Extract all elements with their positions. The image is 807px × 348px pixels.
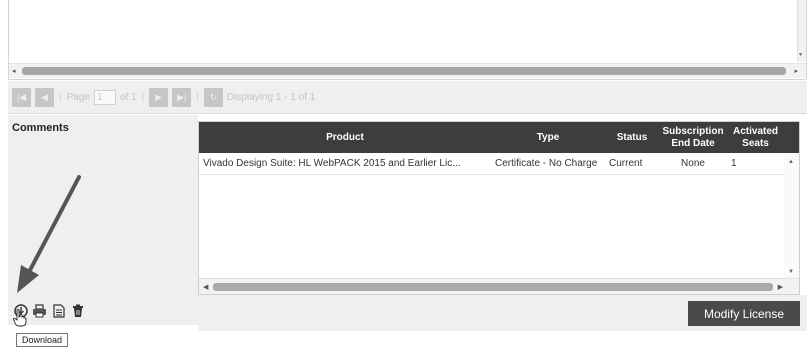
comments-panel: Comments (8, 115, 198, 325)
document-icon[interactable] (51, 303, 66, 318)
grid-vertical-scrollbar[interactable]: ▲ ▼ (784, 153, 799, 279)
annotation-arrow (17, 175, 81, 293)
grid-footer: Modify License (198, 295, 807, 331)
page-label: Page (66, 91, 90, 103)
top-grid: ▾ ◂ ▸ (8, 0, 807, 80)
column-header-subscription-end-date[interactable]: Subscription End Date (659, 122, 727, 153)
paging-toolbar: |◀ ◀ | Page of 1 | ▶ ▶| | ↻ Displaying 1… (8, 81, 807, 114)
hand-cursor-icon (13, 309, 27, 327)
toolbar-separator: | (59, 91, 62, 103)
scroll-down-icon[interactable]: ▾ (799, 51, 802, 58)
modify-license-button[interactable]: Modify License (688, 301, 800, 326)
cell-status: Current (609, 158, 643, 169)
scroll-left-icon[interactable]: ◀ (203, 283, 208, 291)
page-number-input[interactable] (93, 89, 116, 105)
prev-page-button[interactable]: ◀ (35, 87, 54, 107)
first-page-button[interactable]: |◀ (12, 87, 31, 107)
top-grid-vertical-scrollbar[interactable]: ▾ (797, 0, 806, 62)
scrollbar-thumb[interactable] (213, 283, 773, 291)
column-header-activated-seats[interactable]: Activated Seats (727, 122, 784, 153)
column-header-type[interactable]: Type (491, 122, 605, 153)
scroll-right-icon[interactable]: ▸ (794, 67, 798, 75)
column-header-product[interactable]: Product (199, 122, 491, 153)
displaying-status: Displaying 1 - 1 of 1 (226, 91, 316, 103)
last-page-icon: ▶| (177, 91, 187, 102)
delete-icon[interactable] (70, 303, 85, 318)
grid-header: Product Type Status Subscription End Dat… (199, 122, 799, 153)
top-grid-horizontal-scrollbar[interactable]: ◂ ▸ (9, 63, 806, 78)
table-row[interactable]: Vivado Design Suite: HL WebPACK 2015 and… (199, 153, 799, 175)
cell-product: Vivado Design Suite: HL WebPACK 2015 and… (203, 158, 461, 169)
product-grid: Product Type Status Subscription End Dat… (198, 121, 800, 295)
scroll-right-icon[interactable]: ▶ (778, 283, 783, 291)
cell-type: Certificate - No Charge (495, 158, 598, 169)
refresh-icon: ↻ (209, 91, 218, 102)
scrollbar-thumb[interactable] (22, 67, 786, 75)
last-page-button[interactable]: ▶| (172, 87, 192, 107)
next-page-icon: ▶ (155, 91, 163, 102)
print-icon[interactable] (32, 303, 47, 318)
scroll-down-icon[interactable]: ▼ (788, 269, 794, 275)
toolbar-separator: | (141, 91, 145, 103)
scroll-left-icon[interactable]: ◂ (12, 67, 16, 75)
next-page-button[interactable]: ▶ (149, 87, 169, 107)
toolbar-separator: | (196, 91, 199, 103)
page-count-label: of 1 (119, 91, 137, 103)
refresh-button[interactable]: ↻ (203, 87, 223, 107)
column-header-status[interactable]: Status (605, 122, 659, 153)
cell-seats: 1 (731, 158, 737, 169)
scroll-up-icon[interactable]: ▲ (788, 159, 794, 165)
prev-page-icon: ◀ (41, 91, 48, 102)
download-tooltip: Download (16, 333, 69, 347)
first-page-icon: |◀ (16, 91, 27, 102)
cell-end-date: None (681, 158, 705, 169)
grid-horizontal-scrollbar[interactable]: ◀ ▶ (199, 278, 799, 294)
